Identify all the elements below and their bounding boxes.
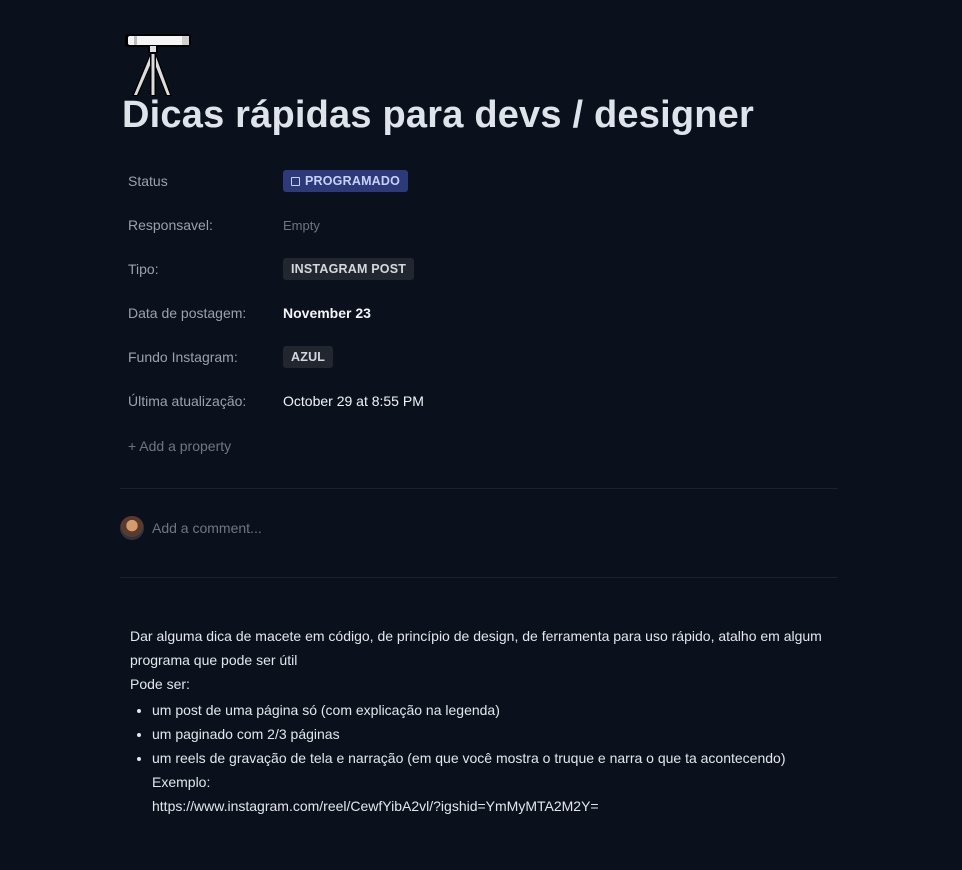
divider xyxy=(120,577,838,578)
example-label: Exemplo: xyxy=(152,774,211,790)
property-label: Fundo Instagram: xyxy=(128,349,238,365)
last-edited-value: October 29 at 8:55 PM xyxy=(283,393,424,409)
page-title[interactable]: Dicas rápidas para devs / designer xyxy=(122,94,754,137)
property-value-empty[interactable]: Empty xyxy=(283,218,320,233)
property-label: Data de postagem: xyxy=(128,305,247,321)
property-label: Tipo: xyxy=(128,261,159,277)
status-badge-label: PROGRAMADO xyxy=(305,174,401,188)
example-link[interactable]: https://www.instagram.com/reel/CewfYibA2… xyxy=(152,798,599,814)
property-fundo-instagram[interactable]: Fundo Instagram: AZUL xyxy=(128,342,828,372)
page-body[interactable]: Dar alguma dica de macete em código, de … xyxy=(130,624,830,818)
comment-row[interactable]: Add a comment... xyxy=(120,516,262,540)
property-status[interactable]: Status PROGRAMADO xyxy=(128,166,828,196)
avatar xyxy=(120,516,144,540)
list-item[interactable]: um paginado com 2/3 páginas xyxy=(152,722,830,746)
list-item[interactable]: um reels de gravação de tela e narração … xyxy=(152,746,830,818)
property-responsavel[interactable]: Responsavel: Empty xyxy=(128,210,828,240)
divider xyxy=(120,488,838,489)
comment-input[interactable]: Add a comment... xyxy=(152,520,262,536)
paragraph[interactable]: Pode ser: xyxy=(130,672,830,696)
property-label: Última atualização: xyxy=(128,393,247,409)
property-tipo[interactable]: Tipo: INSTAGRAM POST xyxy=(128,254,828,284)
date-value[interactable]: November 23 xyxy=(283,305,371,321)
list-item-text: um reels de gravação de tela e narração … xyxy=(152,750,786,766)
fundo-tag[interactable]: AZUL xyxy=(283,346,334,368)
list-item[interactable]: um post de uma página só (com explicação… xyxy=(152,698,830,722)
property-ultima-atualizacao: Última atualização: October 29 at 8:55 P… xyxy=(128,386,828,416)
property-data-postagem[interactable]: Data de postagem: November 23 xyxy=(128,298,828,328)
bullet-list: um post de uma página só (com explicação… xyxy=(130,698,830,818)
add-property-button[interactable]: + Add a property xyxy=(128,438,231,454)
property-label: Status xyxy=(128,173,168,189)
telescope-icon[interactable] xyxy=(122,28,196,98)
status-square-icon xyxy=(291,176,300,186)
property-label: Responsavel: xyxy=(128,217,213,233)
status-badge[interactable]: PROGRAMADO xyxy=(283,170,409,192)
paragraph[interactable]: Dar alguma dica de macete em código, de … xyxy=(130,624,830,672)
tipo-tag[interactable]: INSTAGRAM POST xyxy=(283,258,415,280)
